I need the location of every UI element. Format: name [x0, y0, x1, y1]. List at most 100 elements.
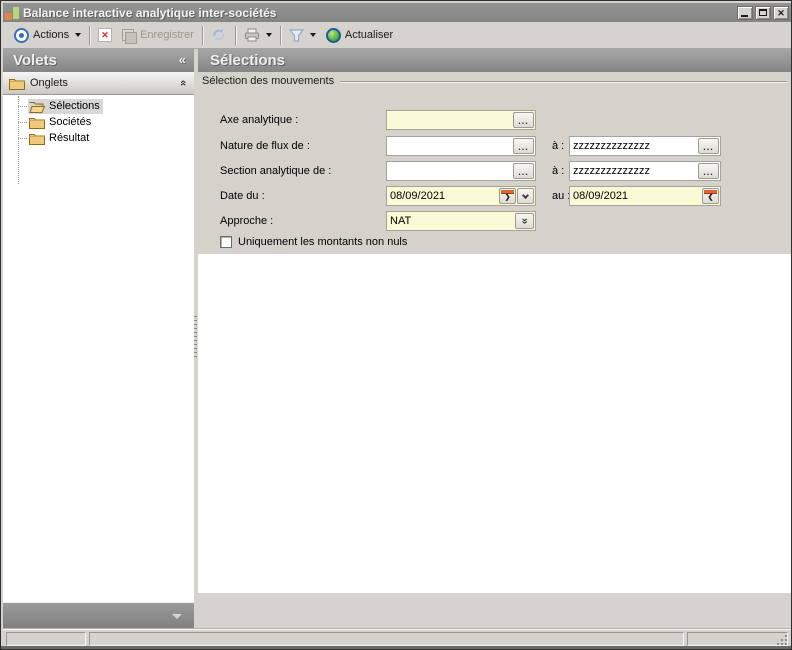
chevrons-down-icon: »: [519, 213, 531, 230]
actions-menu-button[interactable]: Actions: [9, 26, 86, 45]
delete-icon: ✕: [98, 28, 112, 42]
axe-analytique-input[interactable]: [390, 113, 510, 127]
movement-selection-group: Sélection des mouvements Axe analytique …: [198, 72, 791, 254]
approche-dropdown-button[interactable]: »: [515, 213, 534, 229]
nature-flux-to-field: ...: [569, 136, 721, 156]
onglets-title: Onglets: [30, 77, 180, 89]
toolbar-separator: [280, 26, 281, 45]
tree-item-label: Sélections: [49, 100, 100, 112]
ellipsis-icon: ...: [514, 142, 533, 152]
maximize-button[interactable]: [755, 6, 771, 20]
actualiser-icon: [326, 28, 341, 43]
title-bar: Balance interactive analytique inter-soc…: [3, 3, 791, 22]
nature-from-lookup-button[interactable]: ...: [513, 138, 534, 154]
nature-flux-to-label: à :: [552, 136, 564, 156]
toolbar-separator: [89, 26, 90, 45]
nature-to-lookup-button[interactable]: ...: [698, 138, 719, 154]
onglets-group-bar[interactable]: Onglets «: [3, 72, 194, 95]
splitter-handle-icon: [194, 316, 197, 358]
ellipsis-icon: ...: [699, 142, 718, 152]
date-au-label: au :: [552, 186, 570, 206]
nature-flux-label: Nature de flux de :: [220, 136, 310, 156]
actions-bullseye-icon: [14, 28, 29, 43]
tree-item-selections[interactable]: Sélections: [18, 98, 103, 114]
axe-lookup-button[interactable]: ...: [513, 112, 534, 128]
window-frame-edge: [1, 646, 791, 649]
dropdown-caret-icon: [266, 33, 272, 37]
filter-funnel-icon: [289, 29, 304, 42]
scroll-down-icon[interactable]: [172, 614, 182, 619]
filter-button[interactable]: [284, 27, 321, 44]
chevron-left-icon: ❮: [703, 193, 718, 203]
nature-flux-to-input[interactable]: [573, 139, 695, 153]
selections-header: Sélections: [198, 49, 791, 72]
close-icon: ✕: [774, 7, 788, 19]
collapse-panel-button[interactable]: «: [179, 49, 186, 72]
sync-arrows-icon: [211, 27, 227, 43]
chevron-down-icon: [522, 192, 529, 199]
section-to-input[interactable]: [573, 164, 695, 178]
delete-button[interactable]: ✕: [93, 26, 117, 44]
minimize-button[interactable]: [737, 6, 753, 20]
section-from-input[interactable]: [390, 164, 510, 178]
toolbar-separator: [202, 26, 203, 45]
toolbar: Actions ✕ Enregistrer: [3, 22, 791, 49]
only-nonzero-checkbox[interactable]: [220, 236, 232, 248]
date-du-picker-button[interactable]: ❯: [499, 188, 516, 204]
approche-field: »: [386, 211, 536, 231]
minimize-icon: [741, 15, 748, 17]
folder-icon: [29, 116, 45, 129]
sync-button[interactable]: [206, 25, 232, 45]
actualiser-label: Actualiser: [345, 29, 393, 41]
axe-analytique-label: Axe analytique :: [220, 110, 298, 130]
selections-title: Sélections: [210, 52, 285, 69]
date-au-picker-button[interactable]: ❮: [702, 188, 719, 204]
date-du-field: ❯: [386, 186, 536, 206]
selections-panel: Sélections Sélection des mouvements Axe …: [198, 49, 791, 628]
tree-item-resultat[interactable]: Résultat: [18, 130, 92, 146]
nature-flux-from-field: ...: [386, 136, 536, 156]
date-du-label: Date du :: [220, 186, 265, 206]
onglets-tree: Sélections Sociétés: [3, 95, 194, 602]
approche-label: Approche :: [220, 211, 273, 231]
folder-icon: [29, 132, 45, 145]
main-content-area: [198, 254, 791, 593]
application-window: Balance interactive analytique inter-soc…: [0, 0, 792, 650]
date-au-field: ❮: [569, 186, 721, 206]
only-nonzero-label: Uniquement les montants non nuls: [238, 236, 407, 248]
tree-item-label: Résultat: [49, 132, 89, 144]
date-au-input[interactable]: [573, 189, 695, 203]
ellipsis-icon: ...: [699, 167, 718, 177]
approche-input[interactable]: [390, 214, 510, 228]
chevron-right-icon: ❯: [500, 193, 515, 203]
save-icon: [122, 29, 136, 42]
close-button[interactable]: ✕: [773, 6, 789, 20]
printer-icon: [244, 28, 260, 42]
collapse-group-icon[interactable]: «: [177, 80, 189, 86]
maximize-icon: [759, 9, 767, 16]
actions-label: Actions: [33, 29, 69, 41]
print-button[interactable]: [239, 26, 277, 44]
app-icon: [5, 6, 19, 20]
date-du-dropdown-button[interactable]: [517, 188, 534, 204]
section-to-lookup-button[interactable]: ...: [698, 163, 719, 179]
section-analytique-label: Section analytique de :: [220, 161, 331, 181]
save-button[interactable]: Enregistrer: [117, 27, 199, 44]
resize-grip[interactable]: [785, 643, 787, 645]
sidebar-bottom-bar: [3, 602, 194, 628]
group-title: Sélection des mouvements: [202, 75, 334, 87]
status-cell-middle: [89, 632, 684, 646]
dropdown-caret-icon: [310, 33, 316, 37]
nature-flux-from-input[interactable]: [390, 139, 510, 153]
volets-title: Volets: [13, 52, 57, 69]
date-du-input[interactable]: [390, 189, 496, 203]
actualiser-button[interactable]: Actualiser: [321, 26, 398, 45]
section-from-field: ...: [386, 161, 536, 181]
ellipsis-icon: ...: [514, 116, 533, 126]
dropdown-caret-icon: [75, 33, 81, 37]
tree-item-societes[interactable]: Sociétés: [18, 114, 94, 130]
section-from-lookup-button[interactable]: ...: [513, 163, 534, 179]
volets-panel: Volets « Onglets « Sélections: [3, 49, 194, 628]
toolbar-separator: [235, 26, 236, 45]
ellipsis-icon: ...: [514, 167, 533, 177]
